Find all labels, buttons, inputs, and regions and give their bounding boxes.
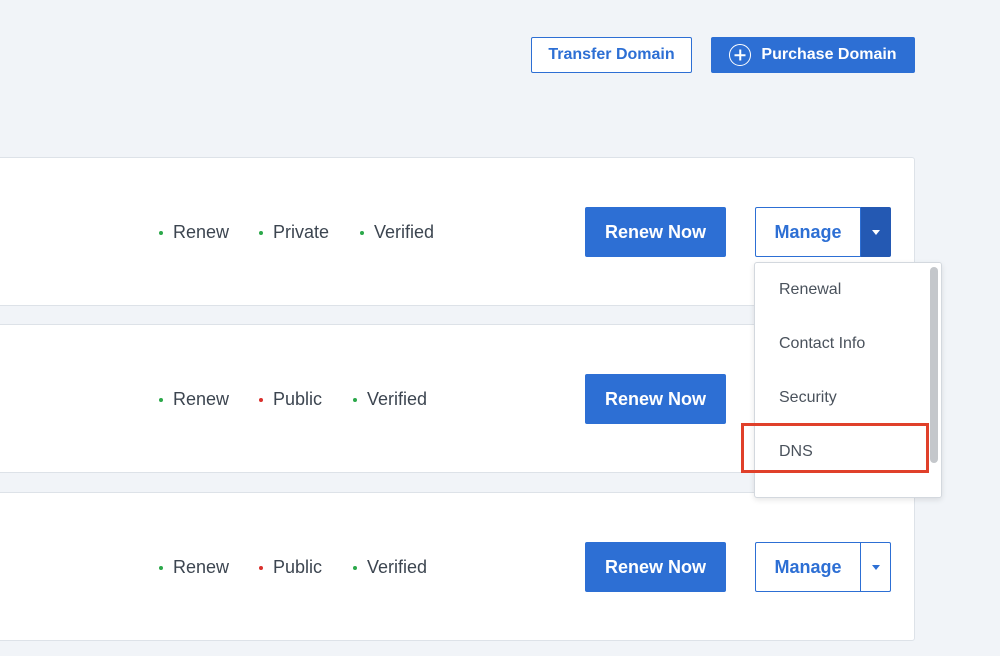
status-dot — [159, 230, 163, 235]
status-dot — [353, 565, 357, 570]
menu-item-renewal[interactable]: Renewal — [755, 263, 927, 317]
manage-split-button: Manage — [755, 542, 891, 592]
manage-dropdown-menu: Renewal Contact Info Security DNS — [754, 262, 942, 498]
status-verified: Verified — [360, 222, 434, 243]
menu-item-label: DNS — [779, 443, 813, 460]
purchase-domain-label: Purchase Domain — [761, 46, 897, 63]
status-dot — [159, 565, 163, 570]
status-privacy: Public — [259, 389, 322, 410]
status-label: Private — [273, 222, 330, 242]
status-dot — [353, 397, 357, 402]
status-label: Renew — [173, 222, 230, 242]
caret-down-icon — [871, 229, 880, 235]
transfer-domain-label: Transfer Domain — [548, 46, 675, 63]
status-label: Renew — [173, 557, 230, 577]
menu-item-dns[interactable]: DNS — [755, 425, 927, 479]
status-verified: Verified — [353, 557, 427, 578]
renew-now-button[interactable]: Renew Now — [585, 207, 726, 257]
status-dot — [159, 397, 163, 402]
status-label: Public — [273, 389, 323, 409]
manage-button[interactable]: Manage — [755, 207, 861, 257]
status-dot — [360, 230, 364, 235]
renew-now-label: Renew Now — [604, 221, 706, 242]
menu-item-contact-info[interactable]: Contact Info — [755, 317, 927, 371]
status-renew: Renew — [159, 389, 229, 410]
status-dot — [259, 230, 263, 235]
transfer-domain-button[interactable]: Transfer Domain — [531, 37, 692, 73]
status-label: Verified — [367, 557, 428, 577]
status-renew: Renew — [159, 222, 229, 243]
status-verified: Verified — [353, 389, 427, 410]
manage-dropdown-toggle[interactable] — [861, 542, 891, 592]
status-dot — [259, 565, 263, 570]
status-privacy: Private — [259, 222, 329, 243]
manage-button[interactable]: Manage — [755, 542, 861, 592]
menu-item-security[interactable]: Security — [755, 371, 927, 425]
caret-down-icon — [871, 564, 880, 570]
purchase-domain-button[interactable]: Purchase Domain — [711, 37, 915, 73]
renew-now-label: Renew Now — [604, 556, 706, 577]
status-label: Renew — [173, 389, 230, 409]
manage-dropdown-toggle[interactable] — [861, 207, 891, 257]
dropdown-scrollbar[interactable] — [927, 263, 941, 497]
status-renew: Renew — [159, 557, 229, 578]
status-label: Verified — [367, 389, 428, 409]
renew-now-button[interactable]: Renew Now — [585, 542, 726, 592]
status-label: Verified — [374, 222, 435, 242]
domain-row: Renew Public Verified Renew Now Manage — [0, 492, 915, 641]
menu-item-label: Security — [779, 389, 837, 406]
status-dot — [259, 397, 263, 402]
menu-item-label: Renewal — [779, 281, 842, 298]
plus-circle-icon — [729, 44, 752, 66]
manage-split-button: Manage — [755, 207, 891, 257]
manage-label: Manage — [774, 556, 842, 577]
status-label: Public — [273, 557, 323, 577]
manage-label: Manage — [774, 221, 842, 242]
renew-now-button[interactable]: Renew Now — [585, 374, 726, 424]
menu-item-label: Contact Info — [779, 335, 866, 352]
status-privacy: Public — [259, 557, 322, 578]
renew-now-label: Renew Now — [604, 388, 706, 409]
scrollbar-thumb[interactable] — [930, 267, 938, 463]
